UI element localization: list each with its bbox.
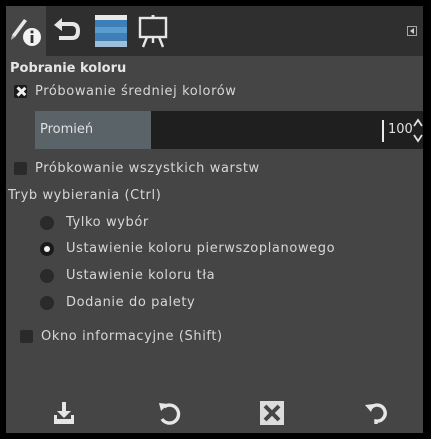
chevron-down-icon[interactable]	[413, 132, 423, 144]
pick-mode-option[interactable]: Ustawienie koloru tła	[40, 268, 215, 283]
easel-icon	[138, 15, 168, 48]
tab-menu-icon[interactable]	[407, 26, 417, 36]
option-label: Ustawienie koloru tła	[66, 268, 216, 283]
tab-images[interactable]	[92, 12, 130, 50]
info-window-checkbox[interactable]: Okno informacyjne (Shift)	[20, 329, 223, 344]
checkbox-unchecked-icon[interactable]	[14, 162, 27, 175]
text-cursor	[382, 120, 384, 142]
tab-tool-options[interactable]	[6, 6, 46, 56]
dock-tab-bar	[6, 6, 423, 56]
pick-mode-label: Tryb wybierania (Ctrl)	[8, 188, 162, 203]
radius-label: Promień	[40, 122, 94, 137]
reset-icon	[365, 403, 387, 424]
bottom-button-bar	[6, 390, 423, 433]
option-label: Tylko wybór	[66, 215, 149, 230]
radio-button-icon[interactable]	[40, 295, 54, 310]
radius-value[interactable]: 100	[388, 122, 413, 137]
restore-icon	[159, 403, 181, 425]
save-icon	[54, 402, 74, 424]
delete-options-button[interactable]	[257, 398, 287, 428]
radio-button-selected-icon[interactable]	[40, 241, 54, 256]
checkbox-checked-icon[interactable]	[14, 85, 27, 98]
reset-options-button[interactable]	[361, 398, 391, 428]
sample-average-checkbox[interactable]: Próbowanie średniej kolorów	[14, 84, 237, 99]
sample-merged-checkbox[interactable]: Próbkowanie wszystkich warstw	[14, 161, 260, 176]
radio-button-icon[interactable]	[40, 268, 54, 283]
tab-templates[interactable]	[134, 12, 172, 50]
pick-mode-option[interactable]: Tylko wybór	[40, 215, 149, 230]
option-label: Ustawienie koloru pierwszoplanowego	[66, 241, 336, 256]
radius-slider[interactable]: Promień 100	[35, 111, 423, 149]
pick-mode-option[interactable]: Dodanie do palety	[40, 295, 195, 310]
info-window-label: Okno informacyjne (Shift)	[41, 329, 223, 344]
checkbox-unchecked-icon[interactable]	[20, 330, 33, 343]
image-thumbnail-icon	[95, 15, 127, 47]
option-label: Dodanie do palety	[66, 295, 196, 310]
restore-options-button[interactable]	[154, 398, 184, 428]
section-title: Pobranie koloru	[10, 61, 127, 76]
save-options-button[interactable]	[49, 398, 79, 428]
tool-options-dock: Pobranie koloru Próbowanie średniej kolo…	[6, 6, 423, 433]
sample-average-label: Próbowanie średniej kolorów	[35, 84, 237, 99]
radius-spin-buttons[interactable]	[413, 117, 423, 145]
delete-icon	[260, 401, 284, 425]
pencil-info-icon	[11, 19, 41, 46]
chevron-up-icon[interactable]	[413, 117, 423, 129]
radio-button-icon[interactable]	[40, 215, 54, 230]
pick-mode-option[interactable]: Ustawienie koloru pierwszoplanowego	[40, 241, 335, 256]
undo-arrow-icon	[54, 18, 80, 40]
sample-merged-label: Próbkowanie wszystkich warstw	[35, 161, 260, 176]
tab-undo-history[interactable]	[48, 12, 86, 50]
